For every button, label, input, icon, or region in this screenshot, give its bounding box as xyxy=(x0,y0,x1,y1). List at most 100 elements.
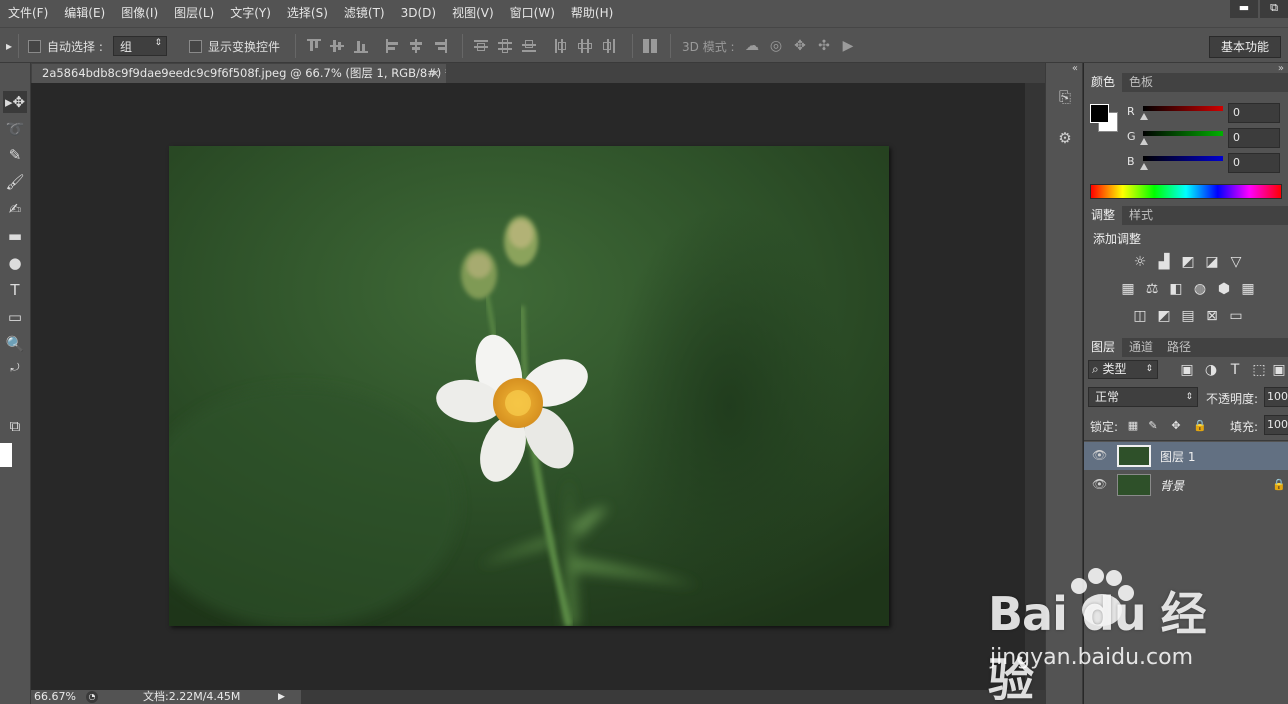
color-lookup-icon[interactable]: ▦ xyxy=(1239,281,1257,297)
tab-swatches[interactable]: 色板 xyxy=(1122,73,1160,92)
screen-mode-icon[interactable]: ⧉ xyxy=(3,415,27,437)
close-tab-icon[interactable]: × xyxy=(430,64,440,83)
history-panel-icon[interactable]: ⎘ xyxy=(1055,87,1075,107)
green-value-field[interactable]: 0 xyxy=(1228,128,1280,148)
channel-mixer-icon[interactable]: ⬢ xyxy=(1215,281,1233,297)
align-left-icon[interactable] xyxy=(386,39,400,53)
selective-color-icon[interactable]: ⊠ xyxy=(1203,308,1221,324)
filter-pixel-icon[interactable]: ▣ xyxy=(1178,362,1196,378)
zoom-level[interactable]: 66.67% xyxy=(34,690,76,704)
red-slider[interactable]: R 0 xyxy=(1084,103,1288,125)
menu-edit[interactable]: 编辑(E) xyxy=(56,0,113,27)
history-brush-tool-icon[interactable]: ✍ xyxy=(3,198,27,220)
levels-icon[interactable]: ▟ xyxy=(1155,254,1173,270)
minimize-button[interactable]: ▬ xyxy=(1230,0,1258,18)
vibrance-icon[interactable]: ▽ xyxy=(1227,254,1245,270)
auto-select-dropdown[interactable]: 组 ⇕ xyxy=(113,36,167,56)
align-right-icon[interactable] xyxy=(433,39,447,53)
hue-saturation-icon[interactable]: ▦ xyxy=(1119,281,1137,297)
gradient-tool-icon[interactable]: ▬ xyxy=(3,225,27,247)
scale-3d-icon[interactable]: ▶ xyxy=(840,38,856,54)
menu-view[interactable]: 视图(V) xyxy=(444,0,502,27)
threshold-icon[interactable]: ▤ xyxy=(1179,308,1197,324)
tab-adjustments[interactable]: 调整 xyxy=(1084,206,1123,225)
color-balance-icon[interactable]: ⚖ xyxy=(1143,281,1161,297)
move-tool-icon[interactable]: ▸✥ xyxy=(3,91,27,113)
blue-slider[interactable]: B 0 xyxy=(1084,153,1288,175)
visibility-eye-icon[interactable]: 👁 xyxy=(1092,448,1107,462)
align-hcenter-icon[interactable] xyxy=(409,39,423,53)
menu-filter[interactable]: 滤镜(T) xyxy=(336,0,393,27)
blue-thumb[interactable] xyxy=(1140,163,1148,170)
menu-layer[interactable]: 图层(L) xyxy=(166,0,222,27)
filter-smart-object-icon[interactable]: ▣ xyxy=(1270,362,1288,378)
filter-adjustment-icon[interactable]: ◑ xyxy=(1202,362,1220,378)
menu-help[interactable]: 帮助(H) xyxy=(563,0,621,27)
menu-window[interactable]: 窗口(W) xyxy=(502,0,563,27)
auto-select-checkbox[interactable] xyxy=(28,39,41,53)
lock-pixels-icon[interactable]: ✎ xyxy=(1144,418,1162,434)
brightness-icon[interactable]: ☼ xyxy=(1131,254,1149,270)
visibility-eye-icon[interactable]: 👁 xyxy=(1092,477,1107,491)
tab-layers[interactable]: 图层 xyxy=(1084,338,1123,357)
lock-position-icon[interactable]: ✥ xyxy=(1167,418,1185,434)
gradient-map-icon[interactable]: ▭ xyxy=(1227,308,1245,324)
distribute-right-icon[interactable] xyxy=(602,39,616,53)
align-bottom-icon[interactable] xyxy=(354,39,368,53)
zoom-tool-icon[interactable]: 🔍 xyxy=(3,333,27,355)
menu-3d[interactable]: 3D(D) xyxy=(393,0,444,27)
green-thumb[interactable] xyxy=(1140,138,1148,145)
layer-row[interactable]: 👁 图层 1 xyxy=(1084,442,1288,470)
blue-value-field[interactable]: 0 xyxy=(1228,153,1280,173)
lock-all-icon[interactable]: 🔒 xyxy=(1191,418,1209,434)
workspace-switcher[interactable]: 基本功能 xyxy=(1209,36,1281,58)
document-tab[interactable]: 2a5864bdb8c9f9dae9eedc9c9f6f508f.jpeg @ … xyxy=(32,64,446,83)
eyedropper-tool-icon[interactable]: ✎ xyxy=(3,144,27,166)
fill-field[interactable]: 100% xyxy=(1264,415,1288,435)
red-value-field[interactable]: 0 xyxy=(1228,103,1280,123)
show-transform-toggle[interactable]: 显示变换控件 xyxy=(189,36,280,56)
menu-select[interactable]: 选择(S) xyxy=(279,0,336,27)
type-tool-icon[interactable]: T xyxy=(3,279,27,301)
rotate-3d-icon[interactable]: ☁ xyxy=(744,38,760,54)
lock-transparent-icon[interactable]: ▦ xyxy=(1124,418,1142,434)
distribute-top-icon[interactable] xyxy=(474,39,488,53)
roll-3d-icon[interactable]: ◎ xyxy=(768,38,784,54)
auto-align-icon[interactable] xyxy=(643,39,657,53)
tab-paths[interactable]: 路径 xyxy=(1160,338,1198,357)
black-white-icon[interactable]: ◧ xyxy=(1167,281,1185,297)
distribute-hcenter-icon[interactable] xyxy=(578,39,592,53)
show-transform-checkbox[interactable] xyxy=(189,39,202,53)
color-spectrum-bar[interactable] xyxy=(1090,184,1282,199)
align-vcenter-icon[interactable] xyxy=(330,39,344,53)
distribute-left-icon[interactable] xyxy=(554,39,568,53)
properties-panel-icon[interactable]: ⚙ xyxy=(1055,128,1075,148)
status-menu-arrow-icon[interactable]: ▶ xyxy=(278,690,285,704)
lasso-tool-icon[interactable]: ➰ xyxy=(3,118,27,140)
distribute-vcenter-icon[interactable] xyxy=(498,39,512,53)
layer-row[interactable]: 👁 背景 🔒 xyxy=(1084,471,1288,499)
export-icon[interactable]: ◔ xyxy=(86,691,98,703)
menu-image[interactable]: 图像(I) xyxy=(113,0,166,27)
pan-3d-icon[interactable]: ✥ xyxy=(792,38,808,54)
tab-channels[interactable]: 通道 xyxy=(1122,338,1160,357)
red-thumb[interactable] xyxy=(1140,113,1148,120)
auto-select-toggle[interactable]: 自动选择 : xyxy=(28,36,103,56)
photo-filter-icon[interactable]: ◍ xyxy=(1191,281,1209,297)
tab-color[interactable]: 颜色 xyxy=(1084,73,1123,92)
posterize-icon[interactable]: ◩ xyxy=(1155,308,1173,324)
layer-filter-dropdown[interactable]: ⌕ 类型 ⇕ xyxy=(1088,360,1158,379)
swap-colors-icon[interactable]: ⤾ xyxy=(3,357,27,379)
dodge-tool-icon[interactable]: ● xyxy=(3,252,27,274)
canvas-image[interactable] xyxy=(169,146,889,626)
blue-track[interactable] xyxy=(1143,156,1223,161)
curves-icon[interactable]: ◩ xyxy=(1179,254,1197,270)
filter-shape-icon[interactable]: ⬚ xyxy=(1250,362,1268,378)
shape-tool-icon[interactable]: ▭ xyxy=(3,306,27,328)
distribute-bottom-icon[interactable] xyxy=(522,39,536,53)
foreground-color-swatch[interactable] xyxy=(0,443,12,467)
align-top-icon[interactable] xyxy=(307,39,321,53)
exposure-icon[interactable]: ◪ xyxy=(1203,254,1221,270)
opacity-field[interactable]: 100% xyxy=(1264,387,1288,407)
menu-type[interactable]: 文字(Y) xyxy=(222,0,279,27)
